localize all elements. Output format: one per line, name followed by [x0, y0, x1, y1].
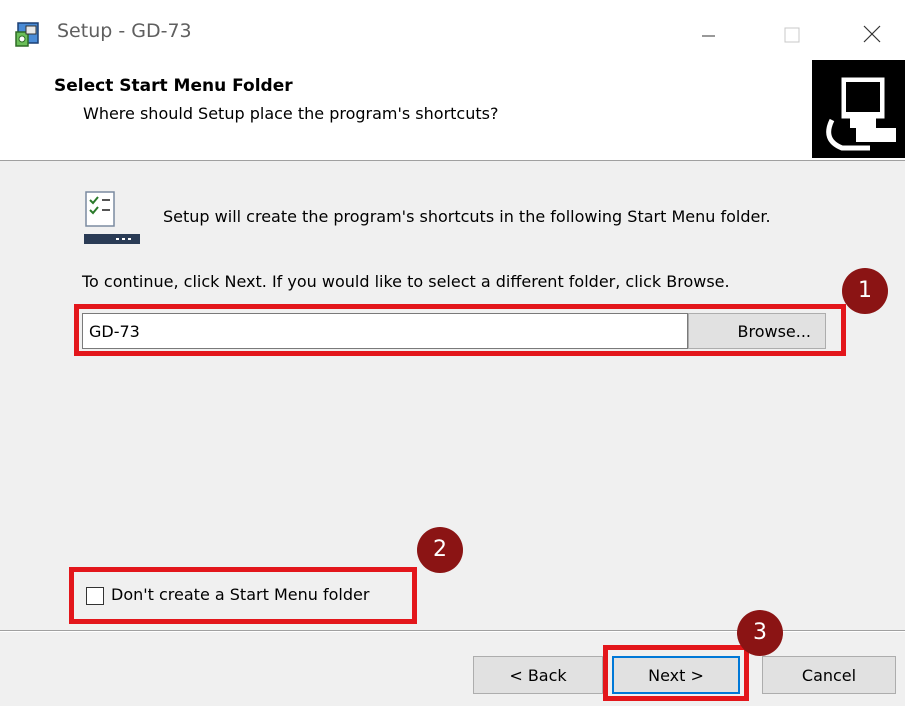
instruction-text: To continue, click Next. If you would li… — [82, 272, 730, 291]
info-text: Setup will create the program's shortcut… — [163, 207, 771, 226]
highlight-folder-box — [74, 304, 846, 356]
start-menu-icon — [84, 191, 140, 244]
maximize-icon[interactable] — [772, 14, 812, 54]
wizard-header: Select Start Menu Folder Where should Se… — [0, 60, 905, 161]
installer-icon — [15, 22, 39, 47]
minimize-icon[interactable] — [688, 14, 728, 54]
step-badge-1: 1 — [842, 268, 888, 314]
window-title: Setup - GD-73 — [57, 20, 192, 42]
highlight-next-box — [603, 645, 749, 701]
computer-icon — [812, 60, 905, 158]
step-badge-3: 3 — [737, 610, 783, 656]
back-button[interactable]: < Back — [473, 656, 603, 694]
close-icon[interactable] — [852, 14, 892, 54]
step-badge-2: 2 — [417, 527, 463, 573]
page-subtitle: Where should Setup place the program's s… — [83, 104, 499, 123]
highlight-checkbox-box — [69, 567, 417, 624]
cancel-button[interactable]: Cancel — [762, 656, 896, 694]
title-bar: Setup - GD-73 — [0, 0, 905, 60]
page-title: Select Start Menu Folder — [54, 76, 293, 96]
